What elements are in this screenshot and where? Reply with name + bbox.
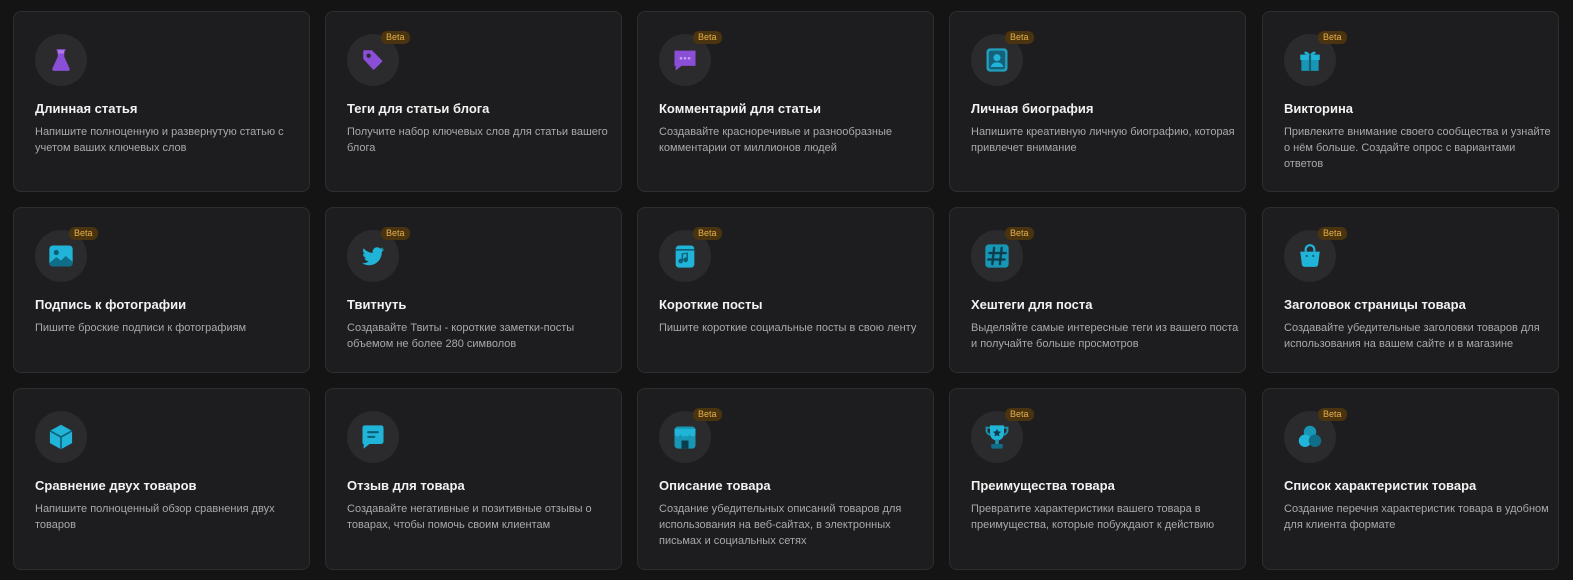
beta-badge: Beta	[1005, 408, 1034, 421]
tool-card[interactable]: Beta Подпись к фотографии Пишите броские п…	[13, 207, 310, 373]
tool-icon-circle	[347, 411, 399, 463]
gift-icon	[1297, 47, 1323, 73]
trophy-icon	[983, 423, 1011, 451]
tool-card[interactable]: Beta Описание товара Создание убедительных…	[637, 388, 934, 570]
beta-badge: Beta	[693, 408, 722, 421]
tool-card[interactable]: Отзыв для товара Создавайте негативные и …	[325, 388, 622, 570]
tool-description: Пишите короткие социальные посты в свою …	[659, 322, 917, 334]
tool-description: Напишите полноценный обзор сравнения дву…	[35, 503, 275, 531]
tool-title: Викторина	[1284, 101, 1354, 116]
tool-card[interactable]: Beta Заголовок страницы товара Создавайте …	[1262, 207, 1559, 373]
tool-description: Получите набор ключевых слов для статьи …	[347, 126, 608, 154]
beta-badge: Beta	[1318, 227, 1347, 240]
tool-card[interactable]: Beta Теги для статьи блога Получите набор …	[325, 11, 622, 192]
tool-title: Сравнение двух товаров	[35, 478, 197, 493]
tool-card[interactable]: Длинная статья Напишите полноценную и раз…	[13, 11, 310, 192]
shopping-bag-icon	[1297, 243, 1323, 269]
tool-description: Напишите полноценную и развернутую стать…	[35, 126, 284, 154]
tool-description: Напишите креативную личную биографию, ко…	[971, 126, 1235, 154]
tool-icon-circle	[35, 34, 87, 86]
tool-title: Хештеги для поста	[971, 297, 1093, 312]
beta-badge: Beta	[381, 227, 410, 240]
tool-title: Преимущества товара	[971, 478, 1115, 493]
twitter-icon	[360, 243, 386, 269]
chat-dots-icon	[671, 46, 699, 74]
cube-icon	[47, 423, 75, 451]
tool-title: Описание товара	[659, 478, 771, 493]
tool-description: Создание убедительных описаний товаров д…	[659, 503, 902, 547]
tool-card[interactable]: Beta Короткие посты Пишите короткие социал…	[637, 207, 934, 373]
beta-badge: Beta	[381, 31, 410, 44]
beta-badge: Beta	[69, 227, 98, 240]
tool-card[interactable]: Beta Преимущества товара Превратите характ…	[949, 388, 1246, 570]
beta-badge: Beta	[1005, 31, 1034, 44]
tool-card[interactable]: Сравнение двух товаров Напишите полноценн…	[13, 388, 310, 570]
tool-description: Создавайте красноречивые и разнообразные…	[659, 126, 892, 154]
tool-title: Комментарий для статьи	[659, 101, 822, 116]
tool-card[interactable]: Beta Список характеристик товара Создание …	[1262, 388, 1559, 570]
tool-title: Твитнуть	[347, 297, 407, 312]
tool-icon-circle	[35, 411, 87, 463]
tool-card[interactable]: Beta Хештеги для поста Выделяйте самые инт…	[949, 207, 1246, 373]
tool-card[interactable]: Beta Твитнуть Создавайте Твиты - короткие …	[325, 207, 622, 373]
message-icon	[359, 423, 387, 451]
tool-title: Отзыв для товара	[347, 478, 465, 493]
tool-title: Короткие посты	[659, 297, 763, 312]
beta-badge: Beta	[1318, 31, 1347, 44]
user-card-icon	[983, 46, 1011, 74]
tool-title: Подпись к фотографии	[35, 297, 187, 312]
beta-badge: Beta	[693, 31, 722, 44]
beta-badge: Beta	[693, 227, 722, 240]
tool-title: Теги для статьи блога	[347, 101, 490, 116]
beta-badge: Beta	[1318, 408, 1347, 421]
tool-card[interactable]: Beta Комментарий для статьи Создавайте кра…	[637, 11, 934, 192]
tool-title: Заголовок страницы товара	[1284, 297, 1466, 312]
tool-description: Превратите характеристики вашего товара …	[971, 503, 1215, 531]
tool-card[interactable]: Beta Викторина Привлеките внимание своего …	[1262, 11, 1559, 192]
tool-description: Создавайте Твиты - короткие заметки-пост…	[347, 322, 575, 350]
tool-description: Выделяйте самые интересные теги из вашег…	[971, 322, 1239, 350]
tool-description: Создавайте убедительные заголовки товаро…	[1284, 322, 1540, 350]
tag-icon	[360, 47, 386, 73]
music-note-icon	[671, 242, 699, 270]
tool-title: Личная биография	[971, 101, 1094, 116]
tool-description: Создавайте негативные и позитивные отзыв…	[347, 503, 592, 531]
tool-title: Список характеристик товара	[1284, 478, 1477, 493]
tool-card[interactable]: Beta Личная биография Напишите креативную …	[949, 11, 1246, 192]
hashtag-icon	[983, 242, 1011, 270]
circles-icon	[1295, 422, 1325, 452]
tool-description: Пишите броские подписи к фотографиям	[35, 322, 247, 334]
beta-badge: Beta	[1005, 227, 1034, 240]
tool-description: Создание перечня характеристик товара в …	[1284, 503, 1549, 531]
tool-title: Длинная статья	[35, 101, 138, 116]
image-icon	[47, 242, 75, 270]
store-icon	[671, 423, 699, 451]
tool-description: Привлеките внимание своего сообщества и …	[1284, 126, 1551, 170]
flask-icon	[48, 47, 74, 73]
